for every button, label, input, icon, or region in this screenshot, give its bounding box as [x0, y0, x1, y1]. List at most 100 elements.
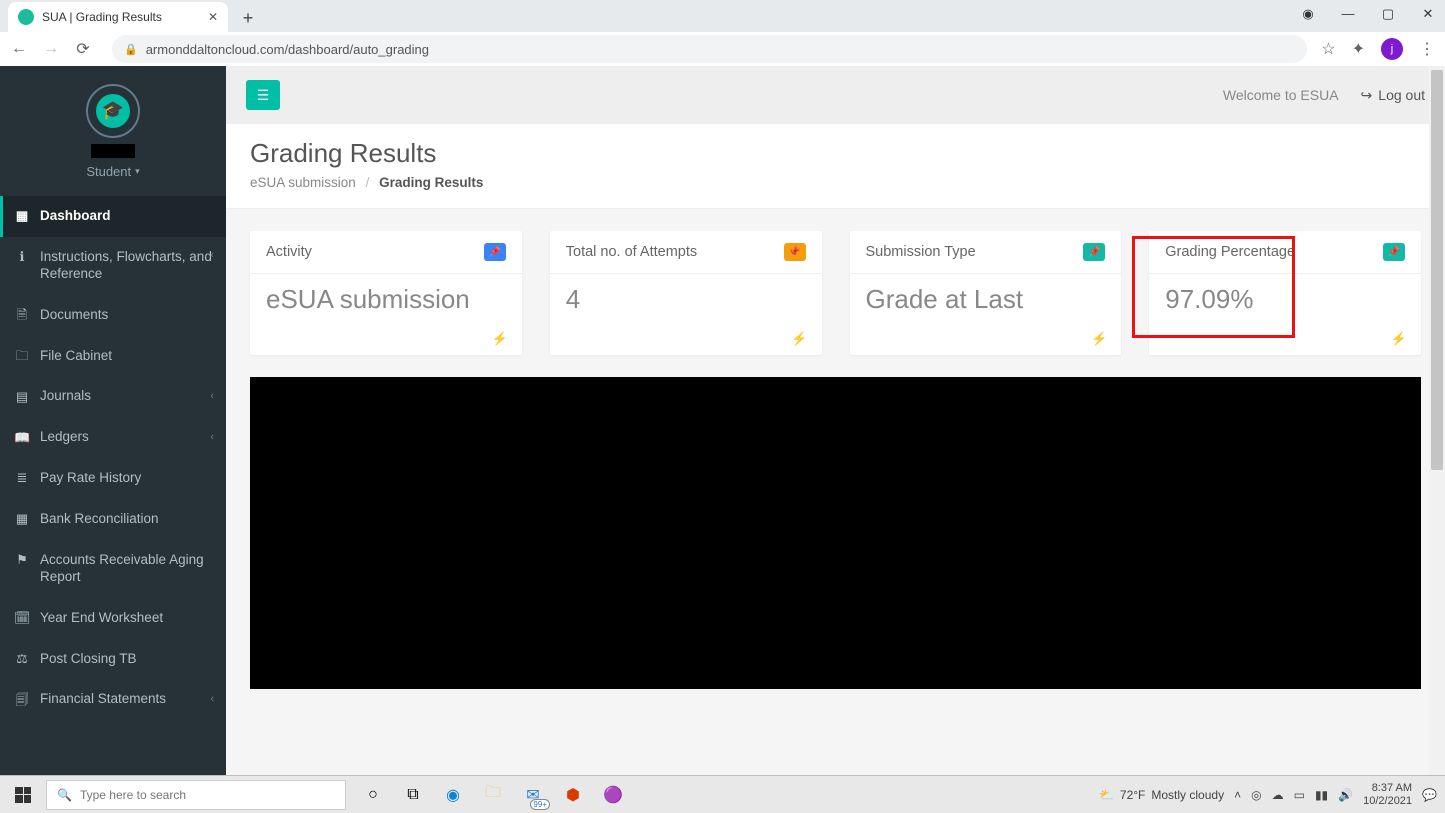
menu-item-label: Ledgers — [40, 429, 89, 446]
crumb-parent[interactable]: eSUA submission — [250, 175, 356, 190]
redacted-content-block — [250, 377, 1421, 689]
menu-item-label: Documents — [40, 307, 108, 324]
new-tab-button[interactable]: + — [234, 4, 262, 32]
card-attempts: Total no. of Attempts 📌 4 ⚡ — [550, 231, 822, 355]
menu-item-icon: ≣ — [14, 470, 30, 486]
pin-icon[interactable]: 📌 — [1383, 243, 1405, 261]
card-attempts-value: 4 — [566, 284, 806, 315]
welcome-text: Welcome to ESUA — [1223, 87, 1339, 103]
kebab-menu-icon[interactable]: ⋮ — [1419, 39, 1435, 59]
menu-item-icon: 📖 — [14, 430, 30, 446]
forward-button[interactable]: → — [42, 40, 60, 58]
mail-icon[interactable]: ✉99+ — [520, 782, 546, 808]
address-bar[interactable]: 🔒 armonddaltoncloud.com/dashboard/auto_g… — [112, 35, 1307, 63]
menu-item-label: Year End Worksheet — [40, 610, 163, 627]
bolt-icon: ⚡ — [791, 331, 807, 347]
sidebar-item-year-end-worksheet[interactable]: 🗓Year End Worksheet — [0, 598, 226, 639]
browser-chrome: SUA | Grading Results ✕ + ◉ — ▢ ✕ ← → ⟳ … — [0, 0, 1445, 66]
role-label: Student — [86, 164, 131, 179]
page-body: Activity 📌 eSUA submission ⚡ Total no. o… — [226, 209, 1445, 774]
close-window-button[interactable]: ✕ — [1419, 6, 1437, 22]
pin-icon[interactable]: 📌 — [784, 243, 806, 261]
sidebar-item-financial-statements[interactable]: 🗐Financial Statements‹ — [0, 679, 226, 720]
menu-item-icon: ▤ — [14, 389, 30, 405]
sidebar-item-instructions-flowcharts-and-reference[interactable]: ℹInstructions, Flowcharts, and Reference… — [0, 237, 226, 295]
sidebar-item-pay-rate-history[interactable]: ≣Pay Rate History — [0, 458, 226, 499]
vertical-scrollbar[interactable] — [1429, 66, 1445, 775]
card-grading-percentage: Grading Percentage 📌 97.09% ⚡ — [1149, 231, 1421, 355]
chevron-left-icon: ‹ — [210, 693, 214, 707]
menu-item-icon: ▦ — [14, 511, 30, 527]
weather-widget[interactable]: ⛅ 72°F Mostly cloudy — [1099, 788, 1224, 802]
card-attempts-label: Total no. of Attempts — [566, 244, 697, 260]
card-submission-type: Submission Type 📌 Grade at Last ⚡ — [850, 231, 1122, 355]
sidebar-item-journals[interactable]: ▤Journals‹ — [0, 376, 226, 417]
battery-icon[interactable]: ▮▮ — [1315, 788, 1328, 802]
maximize-button[interactable]: ▢ — [1379, 6, 1397, 22]
edge-icon[interactable]: ◉ — [440, 782, 466, 808]
page-title: Grading Results — [250, 138, 1421, 169]
action-center-icon[interactable]: 💬 — [1422, 788, 1437, 802]
sidebar-brand: 🎓 Student ▾ — [0, 66, 226, 196]
mail-badge: 99+ — [530, 799, 550, 810]
office-icon[interactable]: ⬢ — [560, 782, 586, 808]
menu-item-icon: ⚑ — [14, 552, 30, 568]
crumb-current: Grading Results — [379, 175, 483, 190]
sidebar-item-bank-reconciliation[interactable]: ▦ Bank Reconciliation — [0, 499, 226, 540]
profile-avatar[interactable]: j — [1381, 38, 1403, 60]
pin-icon[interactable]: 📌 — [1083, 243, 1105, 261]
logout-link[interactable]: ↪ Log out — [1361, 87, 1425, 104]
scrollbar-thumb[interactable] — [1431, 70, 1443, 470]
pin-icon[interactable]: 📌 — [484, 243, 506, 261]
location-icon[interactable]: ◎ — [1251, 788, 1261, 802]
sidebar-item-documents[interactable]: 🗎 Documents — [0, 295, 226, 336]
volume-icon[interactable]: 🔊 — [1338, 788, 1353, 802]
start-button[interactable] — [0, 776, 46, 813]
lock-icon: 🔒 — [124, 43, 138, 56]
hamburger-button[interactable]: ☰ — [246, 80, 280, 110]
menu-item-label: Bank Reconciliation — [40, 511, 159, 528]
sidebar-item-dashboard[interactable]: ▦Dashboard — [0, 196, 226, 237]
tray-chevron-icon[interactable]: ˄ — [1234, 788, 1241, 802]
browser-tab[interactable]: SUA | Grading Results ✕ — [8, 2, 228, 32]
onedrive-icon[interactable]: ☁ — [1272, 788, 1284, 802]
reload-button[interactable]: ⟳ — [74, 39, 92, 59]
file-explorer-icon[interactable]: 🗀 — [480, 782, 506, 808]
clock-date: 10/2/2021 — [1363, 795, 1412, 807]
close-tab-icon[interactable]: ✕ — [208, 10, 218, 24]
card-activity-label: Activity — [266, 244, 312, 260]
taskbar-search[interactable]: 🔍 Type here to search — [46, 780, 346, 810]
sidebar-item-file-cabinet[interactable]: 🗀File Cabinet — [0, 336, 226, 377]
topbar: ☰ Welcome to ESUA ↪ Log out — [226, 66, 1445, 124]
bookmark-icon[interactable]: ☆ — [1321, 39, 1335, 59]
minimize-button[interactable]: — — [1339, 6, 1357, 22]
bolt-icon: ⚡ — [1391, 331, 1407, 347]
sidebar-item-ledgers[interactable]: 📖Ledgers‹ — [0, 417, 226, 458]
back-button[interactable]: ← — [10, 40, 28, 58]
sidebar-item-post-closing-tb[interactable]: ⚖Post Closing TB — [0, 639, 226, 680]
card-activity-value: eSUA submission — [266, 284, 506, 315]
menu-item-icon: 🗐 — [14, 692, 30, 708]
profile-dot-icon[interactable]: ◉ — [1299, 6, 1317, 22]
extensions-icon[interactable]: ✦ — [1352, 39, 1365, 59]
menu-item-icon: 🗀 — [14, 348, 30, 364]
tab-title: SUA | Grading Results — [42, 10, 200, 24]
menu-item-icon: ℹ — [14, 249, 30, 265]
brand-avatar: 🎓 — [86, 84, 140, 138]
card-subtype-value: Grade at Last — [866, 284, 1106, 315]
task-view-icon[interactable]: ⧉ — [400, 782, 426, 808]
clock[interactable]: 8:37 AM 10/2/2021 — [1363, 782, 1412, 806]
weather-text: Mostly cloudy — [1151, 788, 1224, 802]
weather-temp: 72°F — [1120, 788, 1145, 802]
meet-now-icon[interactable]: ▭ — [1294, 788, 1305, 802]
toolbar: ← → ⟳ 🔒 armonddaltoncloud.com/dashboard/… — [0, 32, 1445, 66]
role-dropdown[interactable]: Student ▾ — [86, 164, 139, 179]
window-controls: ◉ — ▢ ✕ — [1299, 6, 1437, 22]
menu-item-icon: 🗎 — [14, 307, 30, 323]
caret-down-icon: ▾ — [135, 166, 140, 177]
cortana-icon[interactable]: ○ — [360, 782, 386, 808]
chrome-icon[interactable]: 🟣 — [600, 782, 626, 808]
card-subtype-label: Submission Type — [866, 244, 976, 260]
sidebar-item-accounts-receivable-aging-report[interactable]: ⚑Accounts Receivable Aging Report — [0, 540, 226, 598]
redacted-username — [91, 144, 135, 158]
